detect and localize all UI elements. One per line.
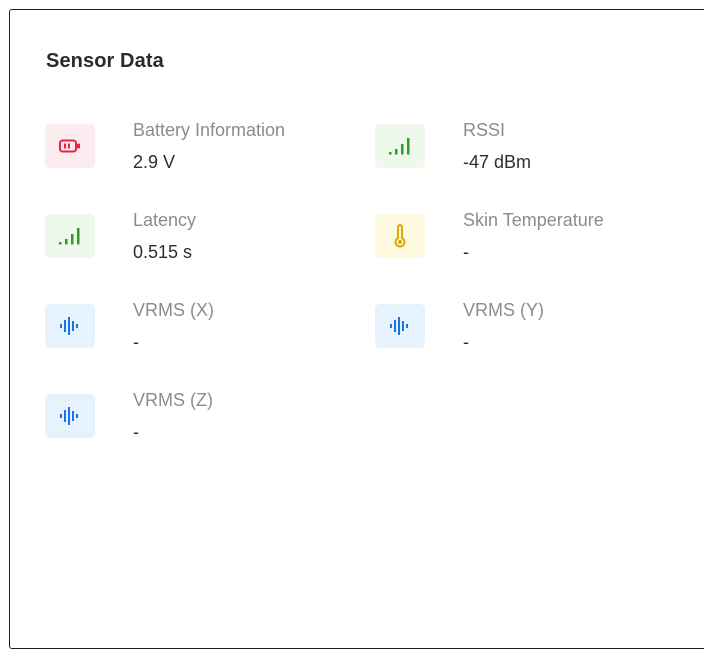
sensor-item-vrms-y: VRMS (Y) - <box>375 300 695 370</box>
battery-icon <box>45 124 95 168</box>
sensor-label: VRMS (X) <box>133 300 214 320</box>
sensor-value: 2.9 V <box>133 152 176 172</box>
waveform-icon <box>375 304 425 348</box>
thermometer-icon <box>375 214 425 258</box>
sensor-value: 0.515 s <box>133 242 193 262</box>
card-title: Sensor Data <box>46 50 164 72</box>
sensor-value: - <box>133 422 139 442</box>
sensor-value: - <box>133 332 139 352</box>
sensor-label: VRMS (Z) <box>133 390 213 410</box>
sensor-label: VRMS (Y) <box>463 300 544 320</box>
sensor-item-vrms-x: VRMS (X) - <box>45 300 365 370</box>
sensor-item-latency: Latency 0.515 s <box>45 210 365 280</box>
sensor-item-battery: Battery Information 2.9 V <box>45 120 365 190</box>
sensor-label: RSSI <box>463 120 506 140</box>
sensor-label: Latency <box>133 210 197 230</box>
signal-bars-icon <box>45 214 95 258</box>
sensor-value: -47 dBm <box>463 152 532 172</box>
sensor-item-vrms-z: VRMS (Z) - <box>45 390 365 460</box>
sensor-item-rssi: RSSI -47 dBm <box>375 120 695 190</box>
sensor-data-card: Sensor Data Battery Information 2.9 V RS… <box>9 9 704 649</box>
signal-bars-icon <box>375 124 425 168</box>
sensor-label: Battery Information <box>133 120 286 140</box>
sensor-value: - <box>463 242 469 262</box>
sensor-label: Skin Temperature <box>463 210 604 230</box>
waveform-icon <box>45 304 95 348</box>
sensor-item-skin-temperature: Skin Temperature - <box>375 210 695 280</box>
waveform-icon <box>45 394 95 438</box>
sensor-value: - <box>463 332 469 352</box>
